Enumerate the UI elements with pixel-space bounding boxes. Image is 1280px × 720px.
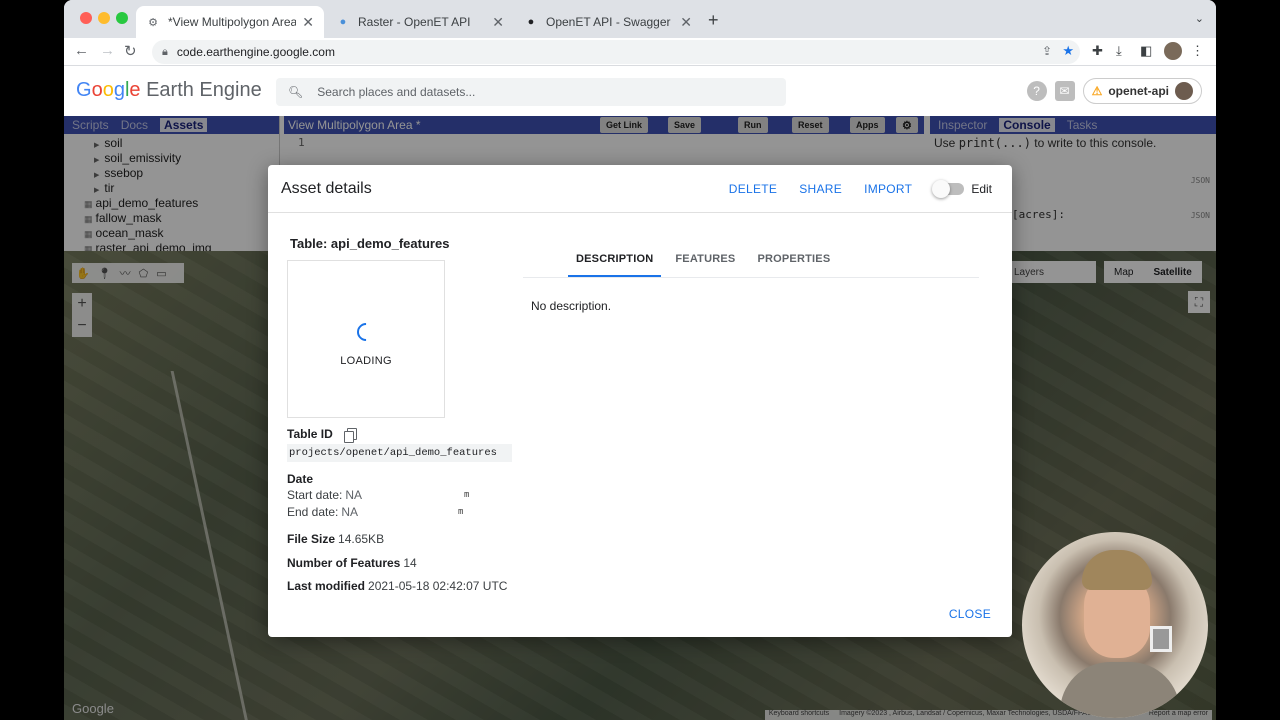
import-button[interactable]: IMPORT xyxy=(864,182,912,196)
delete-button[interactable]: DELETE xyxy=(729,182,777,196)
new-tab-button[interactable]: + xyxy=(708,10,719,31)
warning-icon: ⚠ xyxy=(1091,84,1103,98)
close-window-icon[interactable] xyxy=(80,12,92,24)
table-title: Table: api_demo_features xyxy=(290,236,450,251)
tab-description[interactable]: DESCRIPTION xyxy=(568,253,662,277)
loading-spinner-icon xyxy=(353,319,379,345)
edit-toggle[interactable] xyxy=(932,180,965,198)
minimize-window-icon[interactable] xyxy=(98,12,110,24)
sidebar-icon[interactable]: ◧ xyxy=(1140,43,1152,59)
tab-swagger[interactable]: ● OpenET API - Swagger UI ✕ xyxy=(514,6,702,38)
help-icon[interactable]: ? xyxy=(1026,81,1047,101)
end-date-value: NA xyxy=(341,505,359,519)
tab-properties[interactable]: PROPERTIES xyxy=(749,253,838,277)
search-input[interactable]: 🔍︎ Search places and datasets... xyxy=(276,78,786,106)
avatar xyxy=(1175,82,1193,100)
chevron-down-icon[interactable]: ⌄ xyxy=(1195,12,1204,25)
lock-icon: 🔒︎ xyxy=(162,45,168,58)
bookmark-star-icon[interactable]: ★ xyxy=(1062,43,1074,59)
drop-icon: ● xyxy=(339,16,347,28)
earth-engine-icon: ⚙ xyxy=(148,16,158,29)
profile-avatar[interactable] xyxy=(1164,42,1182,60)
search-placeholder: Search places and datasets... xyxy=(317,85,476,99)
tab-earth-engine[interactable]: ⚙ *View Multipolygon Area - Eart ✕ xyxy=(136,6,324,38)
share-icon[interactable]: ⇪ xyxy=(1042,44,1052,58)
extensions-icon[interactable]: ✚ xyxy=(1092,43,1103,59)
close-tab-icon[interactable]: ✕ xyxy=(492,14,504,31)
feature-count-value: 14 xyxy=(403,556,417,570)
close-button[interactable]: CLOSE xyxy=(949,607,991,621)
last-modified-value: 2021-05-18 02:42:07 UTC xyxy=(368,579,508,593)
reload-icon[interactable]: ↻ xyxy=(124,42,137,60)
file-size-value: 14.65KB xyxy=(338,532,385,546)
table-id-value[interactable]: projects/openet/api_demo_features xyxy=(287,444,512,462)
description-text: No description. xyxy=(531,299,612,313)
earth-engine-logo: Google Earth Engine xyxy=(76,79,262,101)
close-tab-icon[interactable]: ✕ xyxy=(302,14,314,31)
address-bar[interactable]: 🔒︎ code.earthengine.google.com ⇪ ★ xyxy=(152,40,1080,64)
tab-label: Raster - OpenET API xyxy=(358,15,471,29)
file-size-row: File Size 14.65KB xyxy=(287,532,385,546)
start-date-value: NA xyxy=(345,488,363,502)
swagger-icon: ● xyxy=(527,16,535,28)
date-label: Date xyxy=(287,472,314,486)
feedback-icon[interactable]: ✉ xyxy=(1054,81,1075,101)
browser-toolbar: ← → ↻ 🔒︎ code.earthengine.google.com ⇪ ★… xyxy=(64,38,1216,66)
text-cursor-icon: m xyxy=(464,490,470,500)
account-name: openet-api xyxy=(1108,84,1169,98)
tab-features[interactable]: FEATURES xyxy=(667,253,743,277)
tab-label: OpenET API - Swagger UI xyxy=(546,15,675,29)
asset-thumbnail: LOADING xyxy=(287,260,445,418)
tab-bar: ⚙ *View Multipolygon Area - Eart ✕ ● Ras… xyxy=(64,0,1216,38)
close-tab-icon[interactable]: ✕ xyxy=(680,14,692,31)
asset-details-dialog: Asset details DELETE SHARE IMPORT Edit T… xyxy=(268,165,1012,637)
tab-label: *View Multipolygon Area - Eart xyxy=(168,15,297,29)
table-id-label: Table ID xyxy=(287,427,357,443)
browser-menu-icon[interactable]: ⋮ xyxy=(1191,43,1204,59)
forward-icon[interactable]: → xyxy=(100,42,115,59)
copy-icon[interactable] xyxy=(343,427,357,443)
maximize-window-icon[interactable] xyxy=(116,12,128,24)
share-button[interactable]: SHARE xyxy=(799,182,842,196)
app-header: Google Earth Engine 🔍︎ Search places and… xyxy=(64,66,1216,116)
dialog-title: Asset details xyxy=(281,179,372,197)
back-icon[interactable]: ← xyxy=(74,42,89,59)
download-icon[interactable]: ⤓ xyxy=(1116,43,1122,59)
loading-label: LOADING xyxy=(340,355,392,367)
tab-raster-openet[interactable]: ● Raster - OpenET API ✕ xyxy=(326,6,514,38)
last-modified-row: Last modified 2021-05-18 02:42:07 UTC xyxy=(287,579,508,593)
detail-tabs: DESCRIPTION FEATURES PROPERTIES xyxy=(523,243,979,278)
webcam-overlay xyxy=(1022,532,1208,718)
end-date-row: End date: NA m xyxy=(287,505,464,519)
edit-label: Edit xyxy=(971,182,992,196)
search-icon: 🔍︎ xyxy=(288,85,304,99)
feature-count-row: Number of Features 14 xyxy=(287,556,417,570)
url-text: code.earthengine.google.com xyxy=(176,45,335,59)
text-cursor-icon: m xyxy=(458,507,464,517)
account-button[interactable]: ⚠ openet-api xyxy=(1082,78,1202,104)
start-date-row: Start date: NA m xyxy=(287,488,470,502)
